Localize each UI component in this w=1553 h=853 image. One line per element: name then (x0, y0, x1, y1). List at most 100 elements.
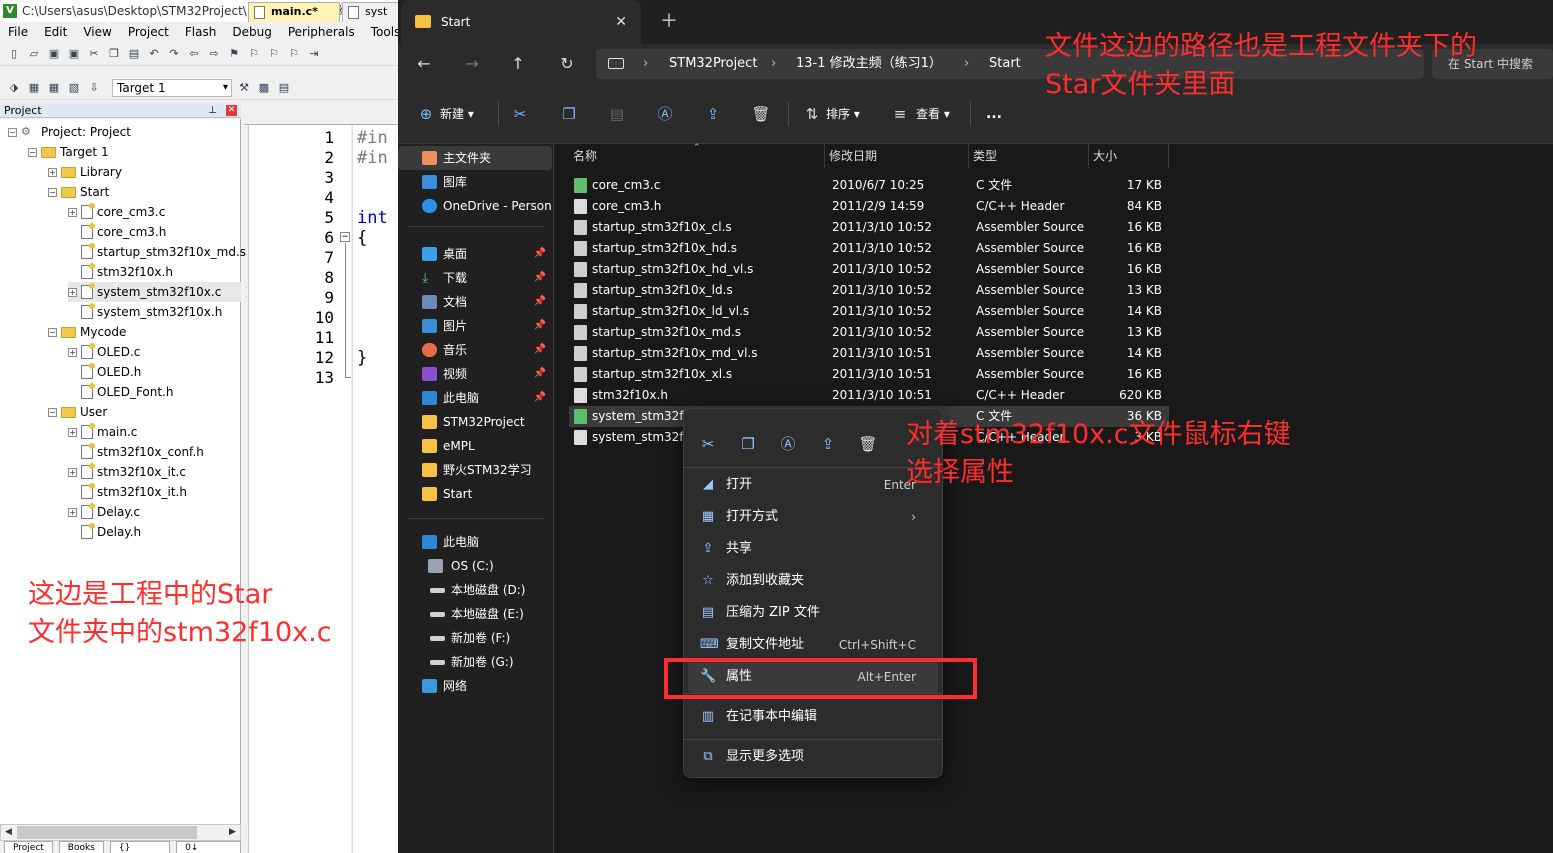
menu-item-star[interactable]: ☆ 添加到收藏夹 (688, 565, 938, 597)
build-icon[interactable]: ▦ (26, 80, 42, 96)
tree-item[interactable]: − User (48, 402, 107, 422)
cut-icon[interactable]: ✂ (510, 104, 530, 124)
pin-icon[interactable]: 📌 (534, 266, 546, 290)
breadcrumb-item[interactable]: STM32Project (669, 49, 757, 79)
new-file-icon[interactable]: ▯ (6, 46, 22, 62)
nav-gallery[interactable]: 图库 (398, 170, 552, 194)
save-icon[interactable]: ▣ (46, 46, 62, 62)
open-file-icon[interactable]: ▱ (26, 46, 42, 62)
nav-back-icon[interactable]: ⇦ (186, 46, 202, 62)
col-date[interactable]: 修改日期 (825, 144, 969, 168)
cut-icon[interactable]: ✂ (697, 433, 719, 455)
nav-desktop[interactable]: 桌面 📌 (398, 242, 552, 266)
nav-empl[interactable]: eMPL (398, 434, 552, 458)
tree-item[interactable]: system_stm32f10x.h (68, 302, 222, 322)
close-tab-icon[interactable]: ✕ (615, 0, 627, 44)
redo-icon[interactable]: ↷ (166, 46, 182, 62)
tree-item[interactable]: + Library (48, 162, 122, 182)
expand-toggle-icon[interactable]: + (68, 427, 77, 437)
tree-item[interactable]: − Start (48, 182, 109, 202)
expand-toggle-icon[interactable]: − (28, 147, 37, 157)
manage-components-icon[interactable]: ▩ (256, 80, 272, 96)
menu-item[interactable]: Debug (224, 22, 279, 42)
target-select[interactable]: Target 1 (112, 78, 232, 97)
menu-item[interactable]: Flash (177, 22, 224, 42)
file-row[interactable]: startup_stm32f10x_md_vl.s 2011/3/10 10:51… (569, 343, 1169, 364)
tree-item[interactable]: OLED.h (68, 362, 141, 382)
nav-thispc[interactable]: 此电脑 (398, 530, 552, 554)
paste-icon[interactable]: ▤ (607, 104, 627, 124)
tree-item[interactable]: Delay.h (68, 522, 141, 542)
breadcrumb-item[interactable]: Start (989, 49, 1021, 79)
project-hscrollbar[interactable]: ◀ ▶ (0, 824, 241, 841)
pin-icon[interactable]: 📌 (534, 386, 546, 410)
menu-item[interactable]: Edit (36, 22, 75, 42)
nav-drive-d[interactable]: 本地磁盘 (D:) (398, 578, 552, 602)
expand-toggle-icon[interactable]: + (68, 347, 77, 357)
tree-item[interactable]: + core_cm3.c (68, 202, 165, 222)
file-row[interactable]: core_cm3.c 2010/6/7 10:25 C 文件 17 KB (569, 175, 1169, 196)
expand-toggle-icon[interactable]: − (48, 187, 57, 197)
breadcrumb-item[interactable]: 13-1 修改主频（练习1） (796, 49, 942, 79)
menu-item[interactable]: View (75, 22, 119, 42)
copy-icon[interactable]: ❐ (559, 104, 579, 124)
expand-toggle-icon[interactable]: + (68, 287, 77, 297)
delete-icon[interactable]: 🗑 (751, 104, 771, 124)
col-size[interactable]: 大小 (1089, 144, 1169, 168)
pack-installer-icon[interactable]: ▤ (276, 80, 292, 96)
delete-icon[interactable]: 🗑 (857, 433, 879, 455)
menu-item-zip[interactable]: ▤ 压缩为 ZIP 文件 (688, 597, 938, 629)
nav-stm32project[interactable]: STM32Project (398, 410, 552, 434)
menu-item[interactable]: Tools (363, 22, 400, 42)
share-icon[interactable]: ⇪ (703, 104, 723, 124)
target-options-icon[interactable]: ⚒ (236, 80, 252, 96)
nav-start[interactable]: Start (398, 482, 552, 506)
scroll-left-icon[interactable]: ◀ (1, 825, 16, 840)
menu-item[interactable]: File (0, 22, 36, 42)
scroll-thumb[interactable] (17, 826, 197, 839)
tree-item[interactable]: − ⚙ Project: Project (8, 122, 131, 142)
nav-videos[interactable]: 视频 📌 (398, 362, 552, 386)
menu-item-notepad[interactable]: ▥ 在记事本中编辑 (688, 701, 938, 733)
pin-icon[interactable]: 📌 (534, 362, 546, 386)
paste-icon[interactable]: ▤ (126, 46, 142, 62)
expand-toggle-icon[interactable]: − (48, 327, 57, 337)
rebuild-icon[interactable]: ▦ (46, 80, 62, 96)
close-icon[interactable]: ✕ (226, 105, 237, 116)
tab-start[interactable]: Start ✕ (401, 0, 641, 44)
save-all-icon[interactable]: ▣ (66, 46, 82, 62)
nav-drive-f[interactable]: 新加卷 (F:) (398, 626, 552, 650)
copy-icon[interactable]: ❐ (737, 433, 759, 455)
refresh-icon[interactable]: ↻ (555, 52, 579, 76)
nav-downloads[interactable]: ⤓ 下载 📌 (398, 266, 552, 290)
nav-drive-c[interactable]: OS (C:) (398, 554, 552, 578)
new-tab-icon[interactable]: ＋ (660, 13, 678, 31)
file-row[interactable]: startup_stm32f10x_md.s 2011/3/10 10:52 Ass… (569, 322, 1169, 343)
menu-item-open[interactable]: ◢ 打开 Enter (688, 469, 938, 501)
rename-icon[interactable]: Ⓐ (655, 104, 675, 124)
expand-toggle-icon[interactable]: + (68, 507, 77, 517)
translate-icon[interactable]: ⬗ (6, 80, 22, 96)
menu-item[interactable]: Project (120, 22, 177, 42)
tree-item[interactable]: stm32f10x.h (68, 262, 173, 282)
nav-yehuo[interactable]: 野火STM32学习 (398, 458, 552, 482)
bottom-tab[interactable]: Books (58, 841, 104, 853)
menu-item-open-with[interactable]: ▦ 打开方式 › (688, 501, 938, 533)
copy-icon[interactable]: ❐ (106, 46, 122, 62)
code-editor[interactable]: #in #in int{} (352, 125, 400, 853)
tree-item[interactable]: stm32f10x_it.h (68, 482, 187, 502)
bottom-tab[interactable]: 0↓ Temp... (176, 841, 241, 853)
tree-item[interactable]: + Delay.c (68, 502, 140, 522)
scroll-right-icon[interactable]: ▶ (225, 825, 240, 840)
nav-drive-e[interactable]: 本地磁盘 (E:) (398, 602, 552, 626)
fold-toggle-icon[interactable]: − (340, 232, 350, 242)
view-icon[interactable]: ≡ (890, 104, 910, 124)
tree-item[interactable]: + stm32f10x_it.c (68, 462, 186, 482)
file-row[interactable]: startup_stm32f10x_ld_vl.s 2011/3/10 10:52… (569, 301, 1169, 322)
sort-button[interactable]: 排序 ▾ (826, 104, 860, 124)
expand-toggle-icon[interactable]: + (68, 467, 77, 477)
rename-icon[interactable]: Ⓐ (777, 433, 799, 455)
expand-toggle-icon[interactable]: − (48, 407, 57, 417)
file-row[interactable]: startup_stm32f10x_hd_vl.s 2011/3/10 10:52… (569, 259, 1169, 280)
undo-icon[interactable]: ↶ (146, 46, 162, 62)
